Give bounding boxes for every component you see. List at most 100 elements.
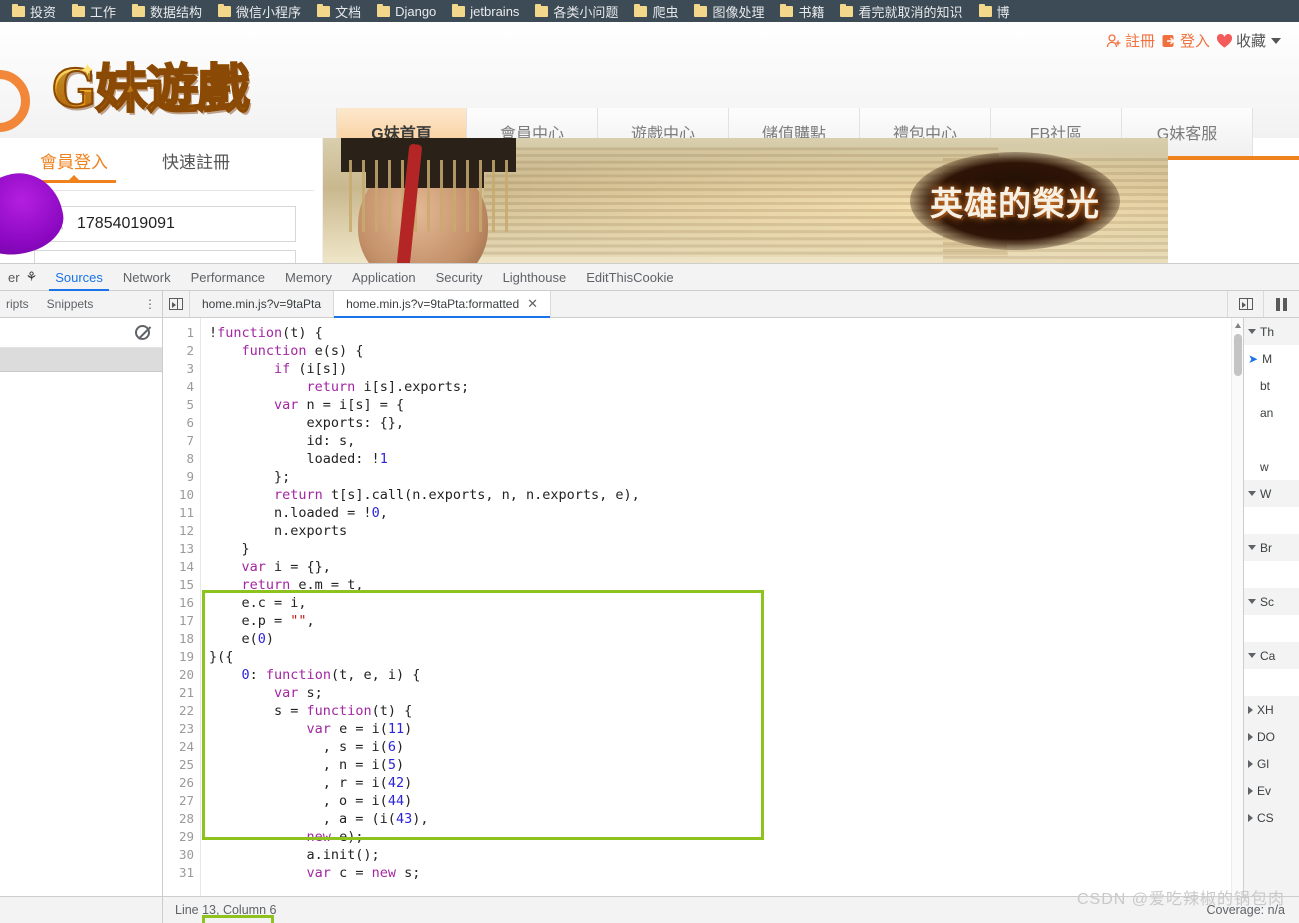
line-number[interactable]: 20 bbox=[163, 666, 200, 684]
login-link[interactable]: 登入 bbox=[1161, 30, 1210, 51]
code-line[interactable]: loaded: !1 bbox=[209, 450, 1243, 468]
line-number[interactable]: 19 bbox=[163, 648, 200, 666]
navigator-tab[interactable]: ripts bbox=[0, 297, 35, 311]
code-line[interactable]: new e); bbox=[209, 828, 1243, 846]
line-number[interactable]: 6 bbox=[163, 414, 200, 432]
debugger-sidebar-row[interactable]: ➤ M bbox=[1244, 345, 1299, 372]
show-navigator-button[interactable] bbox=[163, 291, 190, 317]
line-number[interactable]: 2 bbox=[163, 342, 200, 360]
bookmark-item[interactable]: 数据结构 bbox=[124, 1, 210, 21]
username-input[interactable] bbox=[75, 214, 283, 234]
devtools-tab-memory[interactable]: Memory bbox=[275, 264, 342, 291]
promo-banner[interactable]: 英雄的榮光 bbox=[323, 138, 1168, 263]
line-number[interactable]: 24 bbox=[163, 738, 200, 756]
line-number[interactable]: 25 bbox=[163, 756, 200, 774]
more-vertical-icon[interactable]: ⋮ bbox=[144, 298, 156, 310]
line-number[interactable]: 1 bbox=[163, 324, 200, 342]
line-number[interactable]: 5 bbox=[163, 396, 200, 414]
debugger-sidebar-row[interactable]: XH bbox=[1244, 696, 1299, 723]
line-number[interactable]: 26 bbox=[163, 774, 200, 792]
code-line[interactable]: e(0) bbox=[209, 630, 1243, 648]
code-line[interactable]: return e.m = t, bbox=[209, 576, 1243, 594]
bookmark-item[interactable]: 文档 bbox=[309, 1, 369, 21]
code-content[interactable]: !function(t) { function e(s) { if (i[s])… bbox=[201, 318, 1243, 923]
debugger-sidebar-row[interactable]: DO bbox=[1244, 723, 1299, 750]
debugger-sidebar-row[interactable]: w bbox=[1244, 453, 1299, 480]
line-number[interactable]: 23 bbox=[163, 720, 200, 738]
line-number[interactable]: 10 bbox=[163, 486, 200, 504]
code-line[interactable]: }({ bbox=[209, 648, 1243, 666]
line-number[interactable]: 13 bbox=[163, 540, 200, 558]
code-line[interactable]: } bbox=[209, 540, 1243, 558]
bookmark-item[interactable]: 微信小程序 bbox=[210, 1, 309, 21]
line-number[interactable]: 31 bbox=[163, 864, 200, 882]
bookmark-item[interactable]: 各类小问题 bbox=[527, 1, 626, 21]
debugger-sidebar-row[interactable]: Gl bbox=[1244, 750, 1299, 777]
username-field-wrapper[interactable] bbox=[34, 206, 296, 242]
login-tab[interactable]: 會員登入 bbox=[32, 148, 116, 183]
favorites-link[interactable]: 收藏 bbox=[1216, 30, 1281, 51]
register-link[interactable]: 註冊 bbox=[1106, 30, 1155, 51]
bookmark-item[interactable]: 投资 bbox=[4, 1, 64, 21]
code-line[interactable]: return t[s].call(n.exports, n, n.exports… bbox=[209, 486, 1243, 504]
line-number[interactable]: 9 bbox=[163, 468, 200, 486]
code-line[interactable]: , s = i(6) bbox=[209, 738, 1243, 756]
navigator-tab[interactable]: Snippets bbox=[41, 297, 100, 311]
code-line[interactable]: var c = new s; bbox=[209, 864, 1243, 882]
navigator-selected-row[interactable] bbox=[0, 348, 162, 372]
code-line[interactable]: !function(t) { bbox=[209, 324, 1243, 342]
devtools-tab-lighthouse[interactable]: Lighthouse bbox=[493, 264, 577, 291]
line-number[interactable]: 3 bbox=[163, 360, 200, 378]
bookmark-item[interactable]: Django bbox=[369, 1, 444, 21]
code-line[interactable]: if (i[s]) bbox=[209, 360, 1243, 378]
line-number[interactable]: 4 bbox=[163, 378, 200, 396]
code-line[interactable]: 0: function(t, e, i) { bbox=[209, 666, 1243, 684]
bookmark-item[interactable]: 看完就取消的知识 bbox=[832, 1, 970, 21]
code-line[interactable]: var s; bbox=[209, 684, 1243, 702]
code-line[interactable]: id: s, bbox=[209, 432, 1243, 450]
line-number[interactable]: 28 bbox=[163, 810, 200, 828]
password-field-wrapper[interactable] bbox=[34, 250, 296, 263]
scrollbar-thumb[interactable] bbox=[1234, 334, 1242, 376]
line-number[interactable]: 27 bbox=[163, 792, 200, 810]
code-line[interactable]: var e = i(11) bbox=[209, 720, 1243, 738]
bookmark-item[interactable]: 博 bbox=[971, 1, 1018, 21]
code-line[interactable]: , n = i(5) bbox=[209, 756, 1243, 774]
bookmark-item[interactable]: jetbrains bbox=[444, 1, 527, 21]
line-number[interactable]: 18 bbox=[163, 630, 200, 648]
line-number[interactable]: 14 bbox=[163, 558, 200, 576]
code-line[interactable]: e.p = "", bbox=[209, 612, 1243, 630]
no-entry-icon[interactable] bbox=[135, 325, 150, 340]
line-number[interactable]: 16 bbox=[163, 594, 200, 612]
debugger-sidebar-row[interactable]: bt bbox=[1244, 372, 1299, 399]
debugger-sidebar-row[interactable]: Sc bbox=[1244, 588, 1299, 615]
code-line[interactable]: , o = i(44) bbox=[209, 792, 1243, 810]
code-line[interactable]: var i = {}, bbox=[209, 558, 1243, 576]
devtools-tab-security[interactable]: Security bbox=[426, 264, 493, 291]
debugger-sidebar-row[interactable]: CS bbox=[1244, 804, 1299, 831]
code-line[interactable]: n.loaded = !0, bbox=[209, 504, 1243, 522]
bookmark-item[interactable]: 工作 bbox=[64, 1, 124, 21]
devtools-tab-application[interactable]: Application bbox=[342, 264, 426, 291]
line-number[interactable]: 8 bbox=[163, 450, 200, 468]
line-number[interactable]: 30 bbox=[163, 846, 200, 864]
debugger-sidebar-row[interactable]: Ca bbox=[1244, 642, 1299, 669]
code-line[interactable]: a.init(); bbox=[209, 846, 1243, 864]
code-line[interactable]: function e(s) { bbox=[209, 342, 1243, 360]
line-number[interactable]: 21 bbox=[163, 684, 200, 702]
editor-scrollbar[interactable] bbox=[1231, 318, 1243, 923]
login-tab[interactable]: 快速註冊 bbox=[162, 148, 230, 181]
line-number[interactable]: 15 bbox=[163, 576, 200, 594]
line-number[interactable]: 7 bbox=[163, 432, 200, 450]
devtools-tab-editthiscookie[interactable]: EditThisCookie bbox=[576, 264, 683, 291]
devtools-tab-performance[interactable]: Performance bbox=[181, 264, 275, 291]
code-line[interactable]: exports: {}, bbox=[209, 414, 1243, 432]
line-number[interactable]: 17 bbox=[163, 612, 200, 630]
debugger-sidebar-row[interactable]: Ev bbox=[1244, 777, 1299, 804]
scroll-up-arrow-icon[interactable] bbox=[1235, 323, 1241, 328]
debugger-sidebar-row[interactable]: an bbox=[1244, 399, 1299, 426]
code-line[interactable]: s = function(t) { bbox=[209, 702, 1243, 720]
code-line[interactable]: n.exports bbox=[209, 522, 1243, 540]
debugger-sidebar-row[interactable]: Th bbox=[1244, 318, 1299, 345]
close-icon[interactable]: ✕ bbox=[527, 296, 538, 312]
